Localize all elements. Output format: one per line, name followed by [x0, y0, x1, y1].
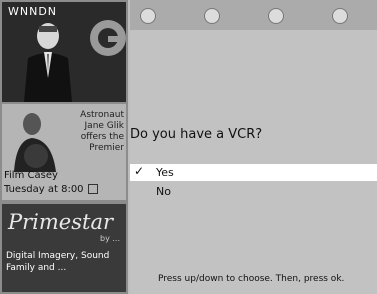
- promo-person-image: [14, 113, 56, 172]
- tab-dot-icon-3[interactable]: [268, 8, 284, 24]
- question-text: Do you have a VCR?: [130, 127, 263, 142]
- option-no[interactable]: No: [130, 183, 377, 200]
- tab-dot-icon-1[interactable]: [140, 8, 156, 24]
- option-no-label: No: [156, 185, 171, 198]
- option-yes[interactable]: ✓ Yes: [130, 164, 377, 181]
- promo-show-title: Film Casey: [4, 170, 58, 181]
- promo-panel[interactable]: Astronaut Jane Glik offers the Premier F…: [2, 104, 126, 200]
- top-tab-bar: [130, 0, 377, 30]
- left-panel: WNNDN Astronaut Jane Glik offers the Pre…: [0, 0, 128, 294]
- survey-main: Do you have a VCR? ✓ Yes No Press up/dow…: [130, 30, 377, 294]
- record-box-icon: [87, 184, 98, 194]
- tv-video-preview: WNNDN: [2, 2, 126, 102]
- brand-tagline: Digital Imagery, Sound Family and ...: [6, 251, 110, 273]
- brand-panel: Primestar by ... Digital Imagery, Sound …: [2, 204, 126, 292]
- brand-name: Primestar: [8, 210, 113, 234]
- channel-label: WNNDN: [8, 5, 58, 18]
- option-yes-label: Yes: [156, 166, 174, 179]
- promo-showtime: Tuesday at 8:00: [4, 184, 98, 195]
- tab-dot-icon-4[interactable]: [332, 8, 348, 24]
- news-anchor-image: [24, 23, 72, 102]
- network-logo-icon: [90, 20, 126, 56]
- instructions-footer: Press up/down to choose. Then, press ok.: [158, 274, 345, 284]
- brand-sub: by ...: [100, 234, 120, 243]
- promo-showtime-text: Tuesday at 8:00: [4, 184, 84, 195]
- tab-dot-icon-2[interactable]: [204, 8, 220, 24]
- promo-ad-text: Astronaut Jane Glik offers the Premier: [80, 110, 124, 153]
- checkmark-icon: ✓: [134, 164, 145, 178]
